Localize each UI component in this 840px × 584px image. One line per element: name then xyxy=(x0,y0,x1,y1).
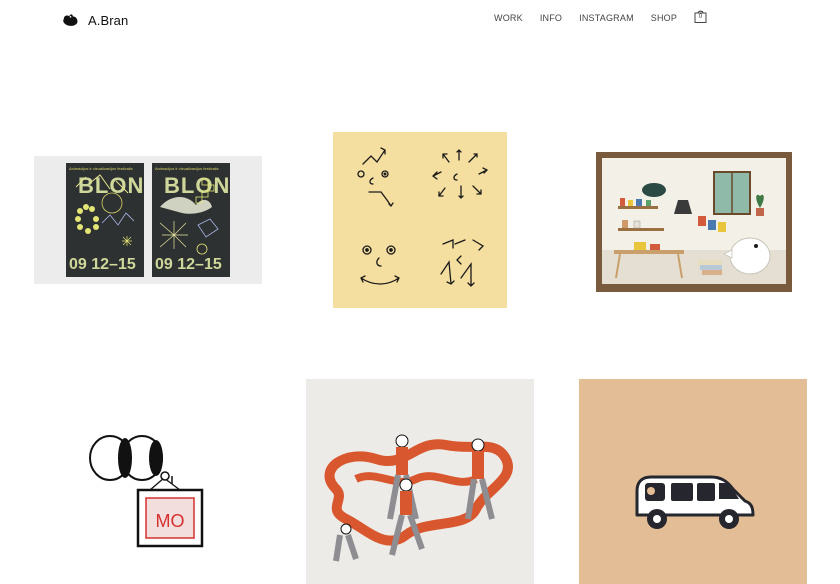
nav-shop-link[interactable]: SHOP xyxy=(651,13,677,23)
poster-dates: 09 12–15 xyxy=(69,256,136,273)
project-tile-eyes-mo[interactable]: MO xyxy=(80,428,210,552)
poster-caption: Animacijos ir vizualizacijos festivalis xyxy=(69,166,133,171)
poster-caption: Animacijos ir vizualizacijos festivalis xyxy=(155,166,219,171)
frame-text: MO xyxy=(156,511,185,531)
poster-title: BLON xyxy=(164,173,230,198)
poster-title: BLON xyxy=(78,173,144,198)
brand-link[interactable]: A.Bran xyxy=(62,11,128,29)
face-arrows-star xyxy=(432,149,489,199)
nav-instagram-link[interactable]: INSTAGRAM xyxy=(579,13,634,23)
face-zigzag xyxy=(440,239,485,287)
cart-count: 0 xyxy=(698,13,703,20)
eyes-mo-image: MO xyxy=(89,435,204,548)
main-nav: WORK INFO INSTAGRAM SHOP 0 xyxy=(494,10,707,23)
project-tile-dancing-figures[interactable] xyxy=(306,379,534,584)
poster-dates: 09 12–15 xyxy=(155,256,222,273)
face-arrows-up xyxy=(357,147,394,208)
figure-4 xyxy=(333,523,359,562)
poster-left: Animacijos ir vizualizacijos festivalis … xyxy=(66,163,144,277)
line-faces-image xyxy=(357,147,489,287)
face-smile xyxy=(360,245,400,285)
site-header: A.Bran WORK INFO INSTAGRAM SHOP 0 xyxy=(0,0,840,44)
project-tile-line-faces[interactable] xyxy=(333,132,507,308)
brand-name: A.Bran xyxy=(88,12,129,28)
bird-logo-icon xyxy=(63,14,78,26)
nav-work-link[interactable]: WORK xyxy=(494,13,523,23)
miniature-room-image xyxy=(596,152,792,292)
project-tile-miniature-room[interactable] xyxy=(594,150,794,294)
nav-info-link[interactable]: INFO xyxy=(540,13,562,23)
car-image xyxy=(635,475,755,529)
cart-button[interactable]: 0 xyxy=(694,10,707,23)
blon-posters-image: Animacijos ir vizualizacijos festivalis … xyxy=(66,163,230,277)
project-tile-blon-posters[interactable]: Animacijos ir vizualizacijos festivalis … xyxy=(34,156,262,284)
project-tile-car[interactable] xyxy=(579,379,807,584)
dancing-figures-image xyxy=(324,434,513,562)
poster-right: Animacijos ir vizualizacijos festivalis … xyxy=(152,163,230,277)
